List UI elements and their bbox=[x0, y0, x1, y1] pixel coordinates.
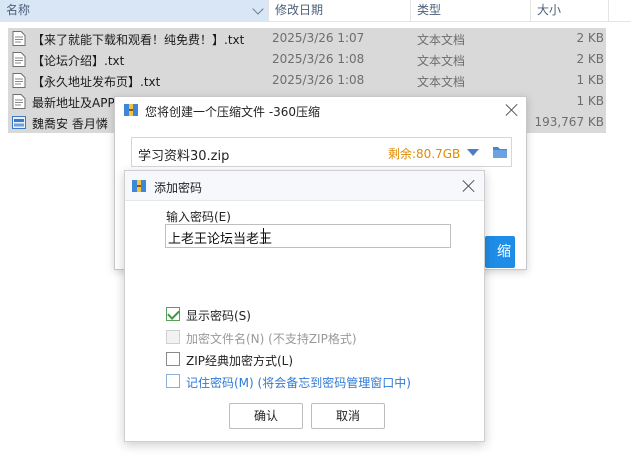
column-name-label: 名称 bbox=[6, 3, 31, 17]
password-dialog-title: 添加密码 bbox=[154, 181, 203, 195]
file-type: 文本文档 bbox=[417, 54, 466, 68]
file-name: 魏喬安 香月憐 bbox=[32, 117, 108, 131]
compress-now-button[interactable]: 缩 bbox=[485, 236, 515, 268]
file-type: 文本文档 bbox=[417, 75, 466, 89]
video-file-icon bbox=[12, 116, 26, 129]
file-row[interactable]: 【来了就能下载和观看！纯免费！】.txt 2025/3/26 1:07 文本文档… bbox=[8, 28, 606, 49]
checkbox-checked-icon bbox=[166, 307, 180, 321]
file-size: 2 KB bbox=[576, 52, 604, 66]
cancel-button[interactable]: 取消 bbox=[311, 403, 385, 429]
show-password-label: 显示密码(S) bbox=[186, 309, 251, 323]
column-date[interactable]: 修改日期 bbox=[269, 0, 411, 22]
password-value: 上老王论坛当老王 bbox=[168, 232, 273, 247]
add-password-dialog: 添加密码 输入密码(E) 上老王论坛当老王 显示密码(S) 加密文件名(N) (… bbox=[124, 170, 485, 442]
file-date: 2025/3/26 1:07 bbox=[272, 31, 365, 45]
dropdown-arrow-icon[interactable] bbox=[467, 149, 479, 156]
column-header: 名称 修改日期 类型 大小 bbox=[0, 0, 631, 22]
zip-classic-label: ZIP经典加密方式(L) bbox=[186, 354, 294, 368]
file-date: 2025/3/26 1:08 bbox=[272, 52, 365, 66]
password-dialog-titlebar: 添加密码 bbox=[125, 171, 484, 201]
file-name: 【永久地址发布页】.txt bbox=[32, 75, 161, 89]
text-file-icon bbox=[12, 31, 26, 46]
file-size: 1 KB bbox=[576, 73, 604, 87]
folder-icon[interactable] bbox=[491, 143, 509, 161]
checkbox-icon bbox=[166, 374, 180, 388]
password-input-label: 输入密码(E) bbox=[166, 210, 231, 224]
close-icon[interactable] bbox=[505, 103, 519, 117]
file-name: 最新地址及APP bbox=[32, 96, 115, 110]
checkbox-disabled-icon bbox=[166, 330, 180, 344]
file-size: 2 KB bbox=[576, 31, 604, 45]
file-row[interactable]: 【论坛介绍】.txt 2025/3/26 1:08 文本文档 2 KB bbox=[8, 49, 606, 70]
archive-app-icon bbox=[132, 180, 146, 192]
close-icon[interactable] bbox=[462, 179, 476, 193]
compress-dialog-titlebar: 您将创建一个压缩文件 -360压缩 bbox=[115, 97, 526, 123]
remember-password-label: 记住密码(M) (将会备忘到密码管理窗口中) bbox=[186, 376, 411, 390]
checkbox-icon bbox=[166, 352, 180, 366]
encrypt-filename-label: 加密文件名(N) (不支持ZIP格式) bbox=[186, 332, 357, 346]
column-type[interactable]: 类型 bbox=[411, 0, 531, 22]
chevron-down-icon bbox=[252, 3, 264, 15]
archive-app-icon bbox=[124, 104, 138, 116]
text-file-icon bbox=[12, 52, 26, 67]
file-row[interactable]: 【永久地址发布页】.txt 2025/3/26 1:08 文本文档 1 KB bbox=[8, 70, 606, 91]
password-input[interactable]: 上老王论坛当老王 bbox=[165, 224, 451, 248]
file-name: 【论坛介绍】.txt bbox=[32, 54, 125, 68]
file-size: 1 KB bbox=[576, 94, 604, 108]
file-type: 文本文档 bbox=[417, 33, 466, 47]
confirm-button[interactable]: 确认 bbox=[229, 403, 303, 429]
file-size: 193,767 KB bbox=[534, 115, 604, 129]
text-caret bbox=[263, 228, 264, 244]
column-type-label: 类型 bbox=[417, 3, 442, 17]
column-size[interactable]: 大小 bbox=[531, 0, 609, 22]
text-file-icon bbox=[12, 73, 26, 88]
archive-path-value: 学习资料30.zip bbox=[138, 149, 230, 164]
file-name: 【来了就能下载和观看！纯免费！】.txt bbox=[32, 33, 245, 47]
column-name[interactable]: 名称 bbox=[0, 0, 269, 22]
free-space-label: 剩余:80.7GB bbox=[388, 147, 461, 161]
file-date: 2025/3/26 1:08 bbox=[272, 73, 365, 87]
archive-path-field[interactable]: 学习资料30.zip 剩余:80.7GB bbox=[131, 137, 512, 167]
column-date-label: 修改日期 bbox=[275, 3, 324, 17]
text-file-icon bbox=[12, 94, 26, 109]
column-size-label: 大小 bbox=[537, 3, 562, 17]
compress-dialog-title: 您将创建一个压缩文件 -360压缩 bbox=[145, 105, 321, 119]
